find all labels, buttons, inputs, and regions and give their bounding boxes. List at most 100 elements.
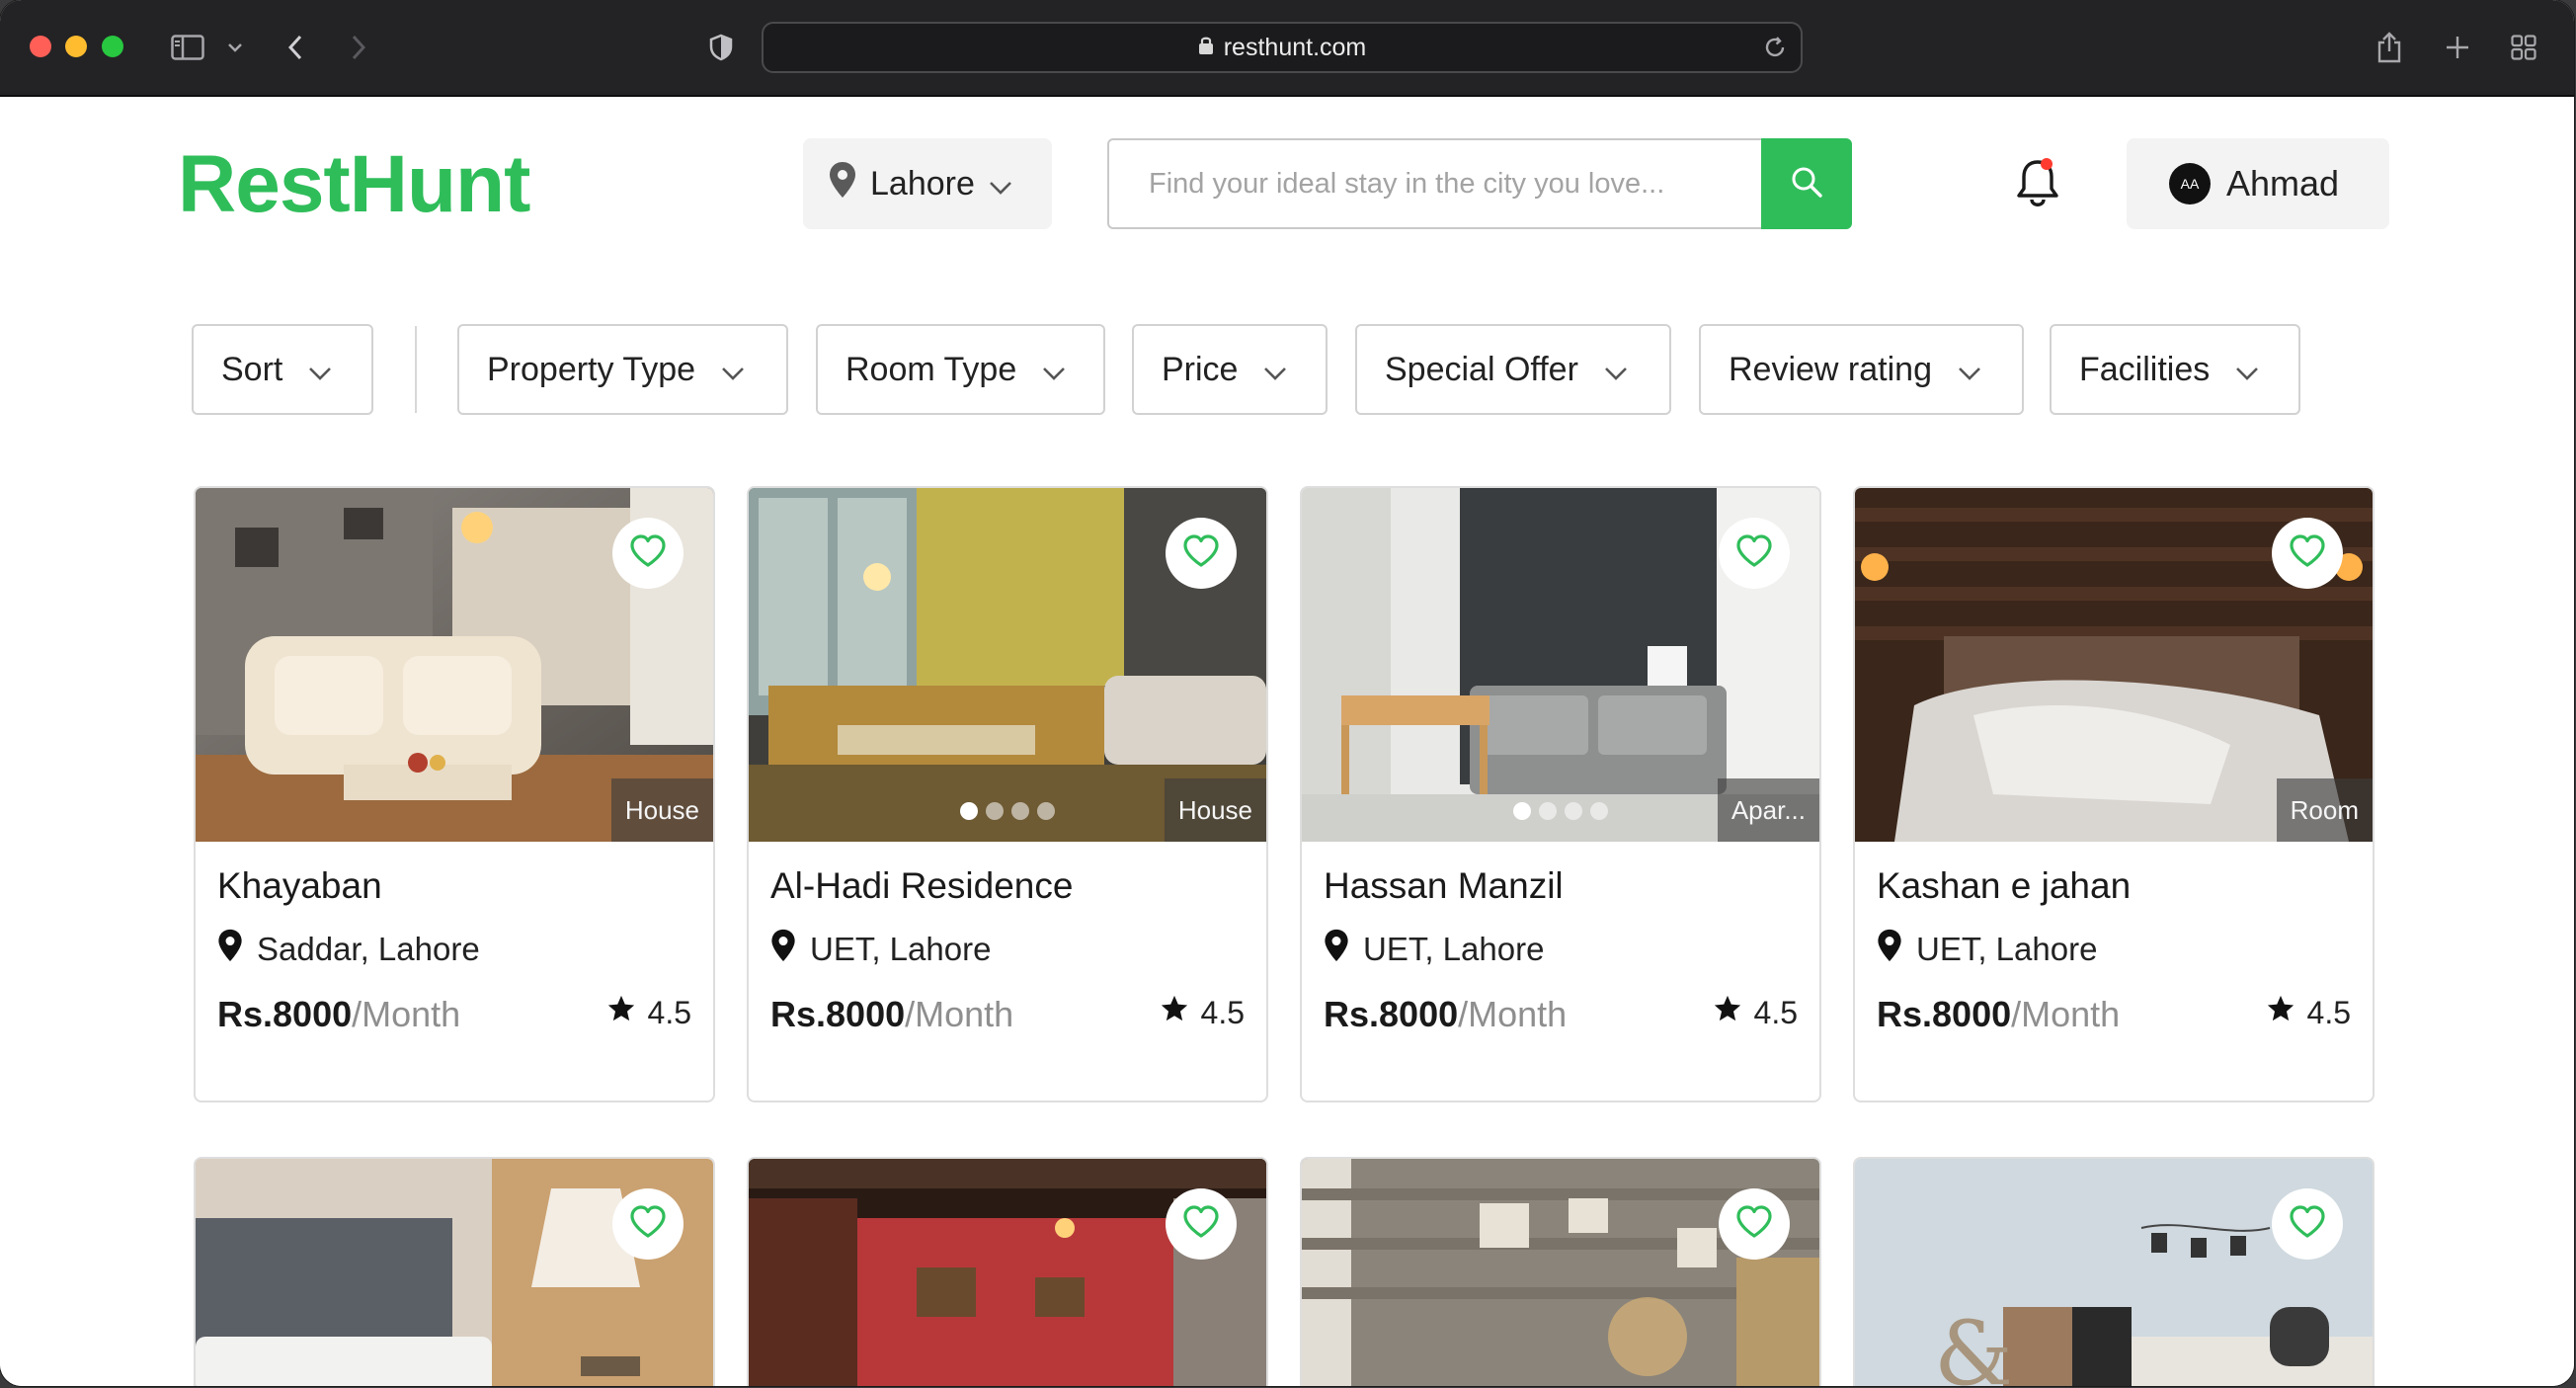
url-text: resthunt.com [1223,33,1367,61]
listing-card[interactable]: & [1853,1157,2375,1386]
search-bar [1107,138,1852,229]
heart-outline-icon [1735,1204,1773,1244]
listing-photo[interactable]: House [749,488,1266,842]
listing-photo[interactable] [1302,1159,1819,1386]
listing-photo[interactable] [749,1159,1266,1386]
zoom-window-button[interactable] [102,36,123,57]
listing-photo[interactable] [196,1159,713,1386]
favorite-button[interactable] [2272,1188,2343,1260]
star-icon [1160,994,1189,1031]
listing-price: Rs.8000/Month [1877,994,2120,1035]
browser-toolbar: resthunt.com [0,0,2574,97]
filter-label: Facilities [2079,350,2211,388]
star-icon [1713,994,1742,1031]
page-content: RestHunt Lahore AA [0,97,2574,1386]
listing-location: UET, Lahore [1877,929,2097,970]
user-name: Ahmad [2226,163,2340,204]
listing-location: UET, Lahore [770,929,991,970]
chevron-down-icon [721,351,745,389]
price-period: /Month [2011,994,2121,1034]
listing-name[interactable]: Hassan Manzil [1324,865,1564,907]
filter-label: Room Type [845,350,1017,388]
filter-price[interactable]: Price [1132,324,1328,415]
filter-facilities[interactable]: Facilities [2050,324,2300,415]
listing-photo[interactable]: Room [1855,488,2373,842]
price-amount: Rs.8000 [1877,994,2012,1034]
listing-card[interactable]: House Al-Hadi Residence UET, Lahore Rs.8… [747,486,1268,1102]
listing-card[interactable]: Apar... Hassan Manzil UET, Lahore Rs.800… [1300,486,1821,1102]
favorite-button[interactable] [612,1188,684,1260]
back-icon[interactable] [284,28,306,67]
minimize-window-button[interactable] [65,36,87,57]
favorite-button[interactable] [612,518,684,589]
search-input[interactable] [1107,138,1765,229]
listing-card[interactable] [747,1157,1268,1386]
filter-room-type[interactable]: Room Type [816,324,1105,415]
sidebar-toggle-icon[interactable] [170,28,205,67]
heart-outline-icon [1182,533,1220,573]
listing-price: Rs.8000/Month [770,994,1013,1035]
favorite-button[interactable] [1719,518,1790,589]
filter-property-type[interactable]: Property Type [457,324,788,415]
filter-label: Property Type [487,350,696,388]
new-tab-icon[interactable] [2444,28,2471,67]
site-logo[interactable]: RestHunt [178,138,530,231]
city-label: Lahore [870,164,975,203]
filter-label: Price [1162,350,1239,388]
listing-photo[interactable]: House [196,488,713,842]
chevron-down-icon [1958,351,1981,389]
favorite-button[interactable] [1719,1188,1790,1260]
price-period: /Month [1458,994,1568,1034]
map-pin-icon [217,929,243,970]
photo-carousel-dots[interactable] [1513,802,1608,820]
listing-card[interactable] [194,1157,715,1386]
listing-name[interactable]: Kashan e jahan [1877,865,2131,907]
star-icon [2266,994,2295,1031]
sidebar-chevron-down-icon[interactable] [225,28,245,67]
favorite-button[interactable] [1166,518,1237,589]
city-selector[interactable]: Lahore [803,138,1052,229]
privacy-shield-icon[interactable] [707,28,735,67]
filter-divider [415,326,417,413]
filter-review-rating[interactable]: Review rating [1699,324,2024,415]
rating-value: 4.5 [647,994,691,1030]
listing-card[interactable]: House Khayaban Saddar, Lahore Rs.8000/Mo… [194,486,715,1102]
listing-rating: 4.5 [1160,994,1245,1031]
address-bar[interactable]: resthunt.com [762,22,1803,73]
search-button[interactable] [1761,138,1852,229]
filter-sort[interactable]: Sort [192,324,373,415]
map-pin-icon [770,929,796,970]
location-text: UET, Lahore [1363,931,1545,967]
listing-name[interactable]: Khayaban [217,865,382,907]
chevron-down-icon [1042,351,1066,389]
listing-photo[interactable]: Apar... [1302,488,1819,842]
filter-label: Special Offer [1385,350,1578,388]
listing-card[interactable] [1300,1157,1821,1386]
user-menu[interactable]: AA Ahmad [2127,138,2389,229]
reload-icon[interactable] [1763,36,1787,64]
chevron-down-icon [1263,351,1287,389]
chevron-down-icon [1604,351,1628,389]
favorite-button[interactable] [1166,1188,1237,1260]
tab-overview-icon[interactable] [2509,28,2538,67]
favorite-button[interactable] [2272,518,2343,589]
share-icon[interactable] [2375,28,2404,67]
listing-name[interactable]: Al-Hadi Residence [770,865,1073,907]
property-type-badge: House [610,778,713,842]
filter-special-offer[interactable]: Special Offer [1355,324,1671,415]
price-amount: Rs.8000 [770,994,906,1034]
close-window-button[interactable] [30,36,51,57]
listing-card[interactable]: Room Kashan e jahan UET, Lahore Rs.8000/… [1853,486,2375,1102]
map-pin-icon [829,161,856,207]
chevron-down-icon [308,351,332,389]
location-text: UET, Lahore [810,931,992,967]
photo-carousel-dots[interactable] [960,802,1055,820]
heart-outline-icon [1182,1204,1220,1244]
listing-photo[interactable]: & [1855,1159,2373,1386]
listing-rating: 4.5 [606,994,691,1031]
location-text: UET, Lahore [1916,931,2098,967]
notifications-button[interactable] [2013,156,2062,216]
forward-icon[interactable] [348,28,369,67]
lock-icon [1198,34,1214,62]
property-type-badge: Apar... [1717,778,1819,842]
